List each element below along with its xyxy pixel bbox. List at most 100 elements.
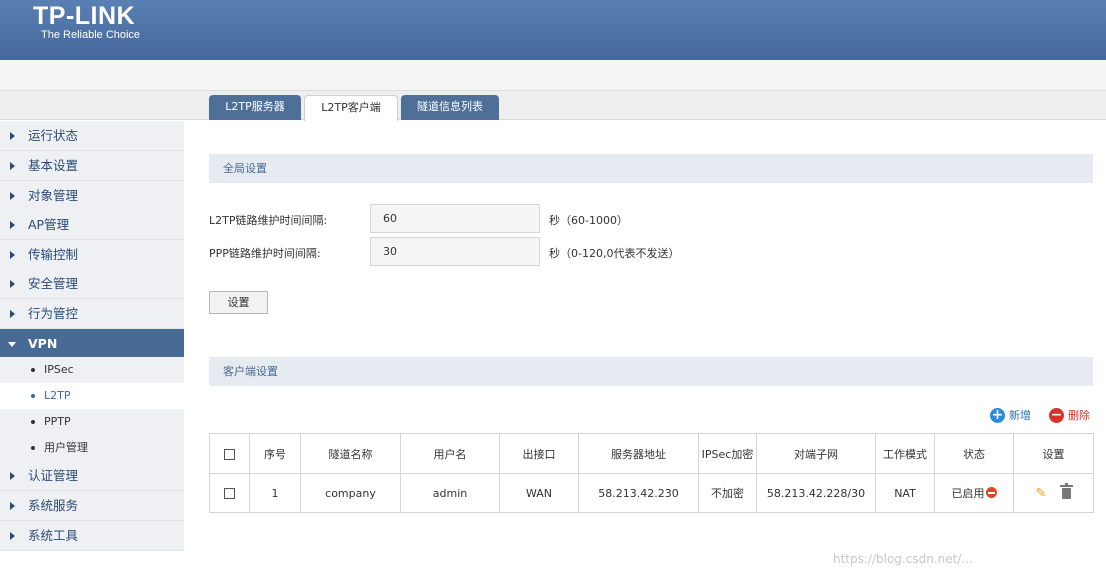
column-header: 工作模式 — [875, 433, 935, 474]
select-all-cell — [209, 433, 250, 474]
trash-icon[interactable] — [1060, 482, 1074, 499]
column-header: 设置 — [1013, 433, 1094, 474]
sidebar-item-services[interactable]: 系统服务 — [0, 491, 184, 521]
ppp-interval-input[interactable]: 30 — [370, 237, 540, 266]
sidebar-item-label: 传输控制 — [28, 247, 79, 262]
ppp-interval-hint: 秒（0-120,0代表不发送） — [549, 247, 680, 260]
minus-icon: − — [1049, 407, 1064, 423]
sidebar-item-label: 运行状态 — [28, 128, 79, 143]
tab-bar — [0, 91, 1106, 120]
row-select-cell — [209, 473, 250, 513]
chevron-down-icon — [8, 342, 16, 347]
column-header: 出接口 — [499, 433, 579, 474]
ppp-interval-label: PPP链路维护时间间隔: — [209, 247, 321, 260]
sidebar-item-status[interactable]: 运行状态 — [0, 121, 184, 151]
disable-icon[interactable] — [985, 487, 997, 498]
chevron-right-icon — [10, 310, 15, 318]
sidebar-item-label: 系统工具 — [28, 528, 79, 543]
chevron-right-icon — [10, 132, 15, 140]
cell-mode: NAT — [875, 473, 935, 513]
cell-index: 1 — [249, 473, 301, 513]
bullet-icon — [31, 420, 35, 424]
sidebar-item-security[interactable]: 安全管理 — [0, 269, 184, 299]
column-header: 隧道名称 — [300, 433, 401, 474]
sidebar-item-vpn[interactable]: VPN — [0, 329, 184, 359]
l2tp-interval-label: L2TP链路维护时间间隔: — [209, 214, 328, 227]
table-header-row: 序号 隧道名称 用户名 出接口 服务器地址 IPSec加密 对端子网 工作模式 … — [209, 433, 1094, 474]
column-header: 用户名 — [400, 433, 500, 474]
chevron-right-icon — [10, 532, 15, 540]
column-header: 序号 — [249, 433, 301, 474]
save-settings-button[interactable]: 设置 — [209, 291, 268, 314]
cell-ipsec: 不加密 — [698, 473, 757, 513]
sidebar-item-objects[interactable]: 对象管理 — [0, 181, 184, 211]
chevron-right-icon — [10, 251, 15, 259]
cell-interface: WAN — [499, 473, 579, 513]
l2tp-interval-input[interactable]: 60 — [370, 204, 540, 233]
sidebar-subitem-label: L2TP — [44, 389, 71, 402]
sidebar-item-auth[interactable]: 认证管理 — [0, 461, 184, 491]
sidebar-item-label: 基本设置 — [28, 158, 79, 173]
plus-icon: + — [990, 407, 1005, 423]
l2tp-interval-hint: 秒（60-1000） — [549, 214, 628, 227]
row-checkbox[interactable] — [224, 488, 235, 499]
sidebar-subitem-label: IPSec — [44, 363, 74, 376]
sidebar-item-basic[interactable]: 基本设置 — [0, 151, 184, 181]
bullet-icon — [31, 394, 35, 398]
tab-tunnel-list[interactable]: 隧道信息列表 — [401, 95, 499, 120]
chevron-right-icon — [10, 221, 15, 229]
sidebar-subitem-label: PPTP — [44, 415, 71, 428]
client-table: 序号 隧道名称 用户名 出接口 服务器地址 IPSec加密 对端子网 工作模式 … — [209, 433, 1094, 513]
chevron-right-icon — [10, 502, 15, 510]
table-row: 1 company admin WAN 58.213.42.230 不加密 58… — [209, 473, 1094, 513]
chevron-right-icon — [10, 162, 15, 170]
column-header: IPSec加密 — [698, 433, 757, 474]
status-text: 已启用 — [951, 487, 985, 500]
sidebar: 运行状态 基本设置 对象管理 AP管理 传输控制 安全管理 行为管控 VPN I… — [0, 121, 184, 579]
select-all-checkbox[interactable] — [224, 448, 235, 460]
delete-label: 删除 — [1068, 409, 1090, 422]
sidebar-subitem-users[interactable]: 用户管理 — [0, 435, 184, 461]
bullet-icon — [31, 446, 35, 450]
tab-l2tp-server[interactable]: L2TP服务器 — [209, 95, 301, 120]
bullet-icon — [31, 368, 35, 372]
global-settings-header: 全局设置 — [209, 154, 1093, 183]
tab-l2tp-client[interactable]: L2TP客户端 — [304, 95, 398, 121]
sub-header-bar — [0, 60, 1106, 91]
sidebar-subitem-label: 用户管理 — [44, 441, 88, 454]
watermark: https://blog.csdn.net/... — [833, 552, 973, 566]
cell-peer-subnet: 58.213.42.228/30 — [756, 473, 876, 513]
cell-actions: ✎ — [1013, 473, 1094, 513]
top-header: TP-LINK The Reliable Choice — [0, 0, 1106, 60]
brand-logo: TP-LINK — [33, 2, 136, 30]
sidebar-subitem-pptp[interactable]: PPTP — [0, 409, 184, 435]
chevron-right-icon — [10, 472, 15, 480]
sidebar-item-label: 系统服务 — [28, 498, 79, 513]
cell-tunnel-name: company — [300, 473, 401, 513]
delete-button[interactable]: − 删除 — [1049, 408, 1097, 424]
cell-server: 58.213.42.230 — [578, 473, 699, 513]
sidebar-subitem-l2tp[interactable]: L2TP — [0, 383, 184, 409]
sidebar-item-tools[interactable]: 系统工具 — [0, 521, 184, 551]
sidebar-item-behavior[interactable]: 行为管控 — [0, 299, 184, 329]
sidebar-item-ap[interactable]: AP管理 — [0, 210, 184, 240]
column-header: 服务器地址 — [578, 433, 699, 474]
sidebar-item-transfer[interactable]: 传输控制 — [0, 240, 184, 270]
add-button[interactable]: + 新增 — [990, 408, 1038, 424]
chevron-right-icon — [10, 280, 15, 288]
sidebar-item-label: VPN — [28, 336, 58, 351]
sidebar-subitem-ipsec[interactable]: IPSec — [0, 357, 184, 383]
column-header: 状态 — [934, 433, 1014, 474]
brand-tagline: The Reliable Choice — [41, 29, 141, 41]
sidebar-item-label: 认证管理 — [28, 468, 79, 483]
chevron-right-icon — [10, 192, 15, 200]
sidebar-item-label: AP管理 — [28, 217, 70, 232]
cell-status: 已启用 — [934, 473, 1014, 513]
sidebar-item-label: 安全管理 — [28, 276, 79, 291]
column-header: 对端子网 — [756, 433, 876, 474]
cell-username: admin — [400, 473, 500, 513]
pencil-icon[interactable]: ✎ — [1036, 486, 1047, 501]
client-settings-header: 客户端设置 — [209, 357, 1093, 386]
sidebar-item-label: 对象管理 — [28, 188, 79, 203]
add-label: 新增 — [1009, 409, 1031, 422]
